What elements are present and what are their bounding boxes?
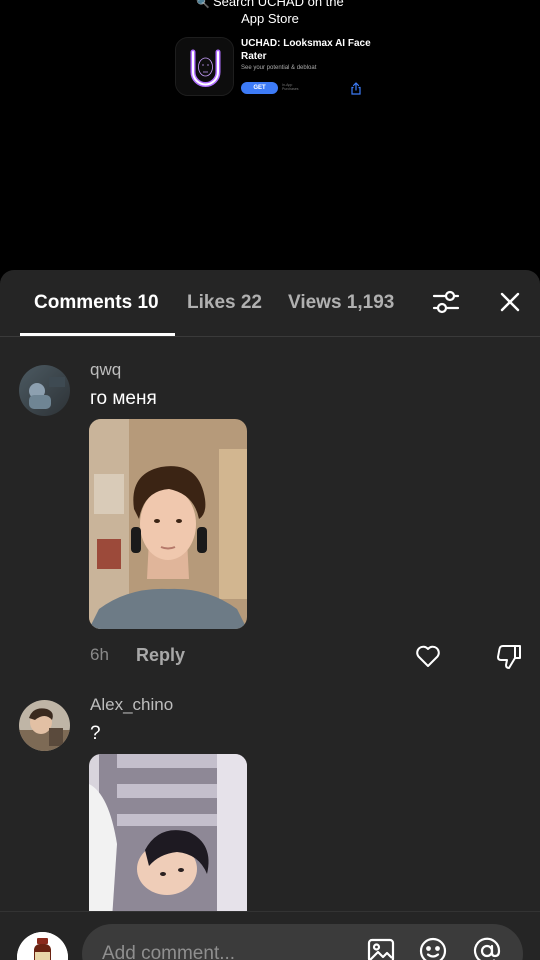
app-tagline: See your potential & debloat: [241, 65, 317, 71]
ad-store-text: App Store: [241, 11, 299, 26]
heart-icon[interactable]: [414, 642, 442, 670]
sliders-icon[interactable]: [432, 288, 460, 316]
app-store-ad[interactable]: 🔍 Search UCHAD on the App Store UCHAD: Lo…: [0, 0, 540, 270]
reply-button[interactable]: Reply: [136, 645, 185, 666]
ad-search-caption: 🔍 Search UCHAD on the App Store: [0, 0, 540, 27]
thumbs-down-icon[interactable]: [495, 642, 523, 670]
image-icon[interactable]: [366, 936, 396, 960]
app-name[interactable]: UCHAD: Looksmax AI Face Rater: [241, 38, 371, 63]
emoji-icon[interactable]: [418, 936, 448, 960]
magnifier-icon: 🔍: [196, 0, 210, 9]
comments-sheet: Comments 10 Likes 22 Views 1,193 qwq го …: [0, 270, 540, 960]
in-app-purchases-note: In-App Purchases: [282, 83, 299, 91]
avatar[interactable]: [19, 365, 70, 416]
at-mention-icon[interactable]: [472, 936, 502, 960]
app-logo-icon[interactable]: [175, 37, 234, 96]
comment-input-box[interactable]: [82, 924, 523, 960]
tab-views[interactable]: Views 1,193: [288, 292, 394, 314]
get-button[interactable]: GET: [241, 82, 278, 94]
comment-composer: [0, 911, 540, 960]
tab-likes[interactable]: Likes 22: [187, 292, 262, 314]
comment-username[interactable]: Alex_chino: [90, 695, 173, 715]
comment-text: го меня: [90, 388, 157, 409]
share-icon[interactable]: [350, 82, 362, 95]
active-tab-indicator: [20, 333, 175, 336]
tab-bar: Comments 10 Likes 22 Views 1,193: [0, 270, 540, 337]
tab-comments[interactable]: Comments 10: [34, 292, 159, 314]
comment-input[interactable]: [102, 941, 352, 960]
comment-username[interactable]: qwq: [90, 360, 121, 380]
comment-text: ?: [90, 723, 101, 744]
close-icon[interactable]: [497, 289, 523, 315]
comment-meta: 6h Reply: [90, 645, 530, 669]
avatar[interactable]: [19, 700, 70, 751]
ad-search-text: Search UCHAD on the: [212, 0, 344, 9]
comment-photo[interactable]: [89, 419, 247, 629]
my-avatar[interactable]: [17, 932, 68, 960]
comment-time: 6h: [90, 645, 109, 664]
